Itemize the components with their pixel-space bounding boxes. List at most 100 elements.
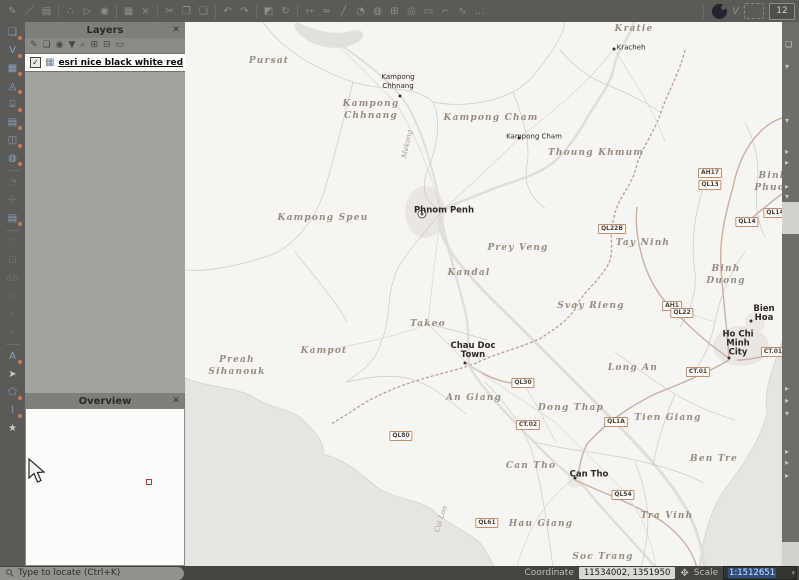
toolbar-separator (6, 344, 20, 345)
vector-tool-icon[interactable]: V (732, 6, 739, 17)
merge-features-icon[interactable]: ▭ (420, 3, 437, 20)
filter-legend-icon[interactable]: ▼ (68, 38, 75, 53)
extents-toggle-icon[interactable]: ✥ (680, 568, 688, 579)
dock-chevron-icon[interactable]: ▾ (785, 192, 789, 202)
dock-chevron-icon[interactable]: ▾ (785, 116, 789, 126)
scale-select[interactable]: 1:1512651 ▾ (723, 566, 797, 580)
layers-panel-body[interactable] (25, 72, 185, 393)
coordinate-input[interactable]: 11534002, 1351950 (579, 567, 676, 579)
expand-all-icon[interactable]: ⊞ (90, 38, 98, 53)
add-group-icon[interactable]: ❏ (43, 38, 51, 53)
save-edits-icon[interactable]: ▤ (38, 3, 55, 20)
dock-chevron-icon[interactable]: ▸ (785, 147, 789, 157)
add-delimited-text-layer-icon[interactable]: ⌸ (4, 97, 22, 112)
layer-diagram-icon[interactable]: ⊙ (4, 289, 22, 304)
dock-chevron-icon[interactable]: ▾ (785, 62, 789, 72)
overview-panel-titlebar[interactable]: Overview ✕ (25, 393, 185, 409)
add-part-icon[interactable]: ⊞ (386, 3, 403, 20)
dock-chevron-icon[interactable]: ▸ (785, 182, 789, 192)
map-canvas[interactable]: KratiePursatKampong ChhnangKampong ChamT… (185, 22, 782, 566)
open-layer-styling-icon[interactable]: ✎ (30, 38, 38, 53)
offset-curve-icon[interactable]: ◔ (352, 3, 369, 20)
fill-ring-icon[interactable]: ◎ (403, 3, 420, 20)
capture-polygon-icon[interactable]: ▷ (79, 3, 96, 20)
add-wms-layer-icon[interactable]: ◍ (4, 151, 22, 166)
cut-features-icon[interactable]: ✂ (161, 3, 178, 20)
layers-panel-titlebar[interactable]: Layers ✕ (25, 22, 185, 38)
road-shield: QL30 (511, 378, 534, 388)
new-map-view-icon[interactable]: ◩ (260, 3, 277, 20)
extent-select-icon[interactable] (744, 3, 764, 19)
add-wcs-layer-icon[interactable]: ◔ (4, 175, 22, 190)
line-annotation-icon[interactable]: ⌇ (4, 403, 22, 418)
value-spinbox[interactable]: 12 (769, 3, 795, 20)
dock-chevron-icon[interactable]: ▸ (785, 396, 789, 406)
add-arcgis-layer-icon[interactable]: ▤ (4, 211, 22, 226)
dock-chevron-icon[interactable]: ▸ (785, 384, 789, 394)
add-point-cloud-layer-icon[interactable]: ⌔ (4, 235, 22, 250)
chevron-down-icon: ▾ (791, 569, 795, 577)
redo-icon[interactable]: ↷ (236, 3, 253, 20)
dock-chevron-icon[interactable]: ▸ (785, 458, 789, 468)
copy-features-icon[interactable]: ❐ (178, 3, 195, 20)
road-shield: QL80 (389, 431, 412, 441)
add-virtual-layer-icon[interactable]: ⊡ (4, 253, 22, 268)
overview-map[interactable] (26, 409, 184, 565)
dock-splitter-handle[interactable] (782, 202, 799, 234)
polygon-annotation-icon[interactable]: ⬠ (4, 385, 22, 400)
delete-selected-icon[interactable]: ⨯ (137, 3, 154, 20)
paste-features-icon[interactable]: ❏ (195, 3, 212, 20)
layers-panel: Layers ✕ ✎ ❏ ◉ ▼ ⌕ ⊞ ⊟ ▭ ✓ ▦ esri nice black wh… (25, 22, 185, 393)
data-source-manager-icon[interactable]: ❏ (4, 25, 22, 40)
undo-icon[interactable]: ↶ (219, 3, 236, 20)
layer-item[interactable]: ✓ ▦ esri nice black white red (25, 53, 185, 72)
select-annotation-icon[interactable]: ➤ (4, 367, 22, 382)
dock-splitter-handle[interactable] (782, 542, 799, 566)
province-label: Binh Duong (698, 263, 754, 287)
dock-chevron-icon[interactable]: ▸ (785, 158, 789, 168)
city-label: Bien Hoa (753, 305, 774, 323)
layer-visibility-checkbox[interactable]: ✓ (30, 57, 41, 68)
layer-name[interactable]: esri nice black white red (58, 58, 183, 68)
layer-labeling-icon[interactable]: ab (4, 271, 22, 286)
collapse-all-icon[interactable]: ⊟ (103, 38, 111, 53)
add-ring-icon[interactable]: ◍ (369, 3, 386, 20)
add-vector-layer-icon[interactable]: V (4, 43, 22, 58)
vertex-tool-icon[interactable]: ◉ (96, 3, 113, 20)
reshape-feature-icon[interactable]: ≈ (318, 3, 335, 20)
add-postgis-layer-icon[interactable]: ▤ (4, 115, 22, 130)
toolbar-separator (6, 230, 20, 231)
capture-point-icon[interactable]: ∴ (62, 3, 79, 20)
tracing-icon[interactable]: … (471, 3, 488, 20)
move-feature-icon[interactable]: ⇿ (301, 3, 318, 20)
pin-labels-icon[interactable]: ⌖ (4, 307, 22, 322)
favorites-star-icon[interactable]: ★ (4, 421, 22, 436)
scale-value: 1:1512651 (728, 568, 776, 578)
modify-attributes-icon[interactable]: ▦ (120, 3, 137, 20)
digitize-line-icon[interactable]: ／ (21, 3, 38, 20)
add-wfs-layer-icon[interactable]: ✣ (4, 193, 22, 208)
close-icon[interactable]: ✕ (170, 395, 182, 407)
rotate-feature-icon[interactable]: ↻ (277, 3, 294, 20)
close-icon[interactable]: ✕ (170, 24, 182, 36)
add-spatialite-layer-icon[interactable]: ◫ (4, 133, 22, 148)
road-shield: QL54 (611, 490, 634, 500)
highlight-labels-icon[interactable]: ⌕ (4, 325, 22, 340)
dock-chevron-icon[interactable]: ▸ (785, 471, 789, 481)
add-raster-layer-icon[interactable]: ▦ (4, 61, 22, 76)
trim-extend-icon[interactable]: ⌐ (437, 3, 454, 20)
split-features-icon[interactable]: ╱ (335, 3, 352, 20)
remove-layer-icon[interactable]: ▭ (116, 38, 125, 53)
road-shield: QL14 (735, 217, 758, 227)
new-annotation-icon[interactable]: A (4, 349, 22, 364)
filter-by-expression-icon[interactable]: ⌕ (80, 38, 85, 53)
locate-input[interactable]: Type to locate (Ctrl+K) (0, 567, 184, 580)
manage-visibility-icon[interactable]: ◉ (56, 38, 64, 53)
dock-panel-icon[interactable]: ❏ (785, 40, 792, 50)
snapping-options-icon[interactable]: ∿ (454, 3, 471, 20)
dock-chevron-icon[interactable]: ▸ (785, 447, 789, 457)
dock-chevron-icon[interactable]: ▾ (785, 409, 789, 419)
add-mesh-layer-icon[interactable]: ◬ (4, 79, 22, 94)
top-toolbar: ✎／▤ ∴▷◉ ▦⨯ ✂❐❏ ↶↷ ◩↻ ⇿≈╱◔◍⊞◎▭⌐∿… V 12 (0, 0, 799, 22)
edit-pencil-icon[interactable]: ✎ (4, 3, 21, 20)
